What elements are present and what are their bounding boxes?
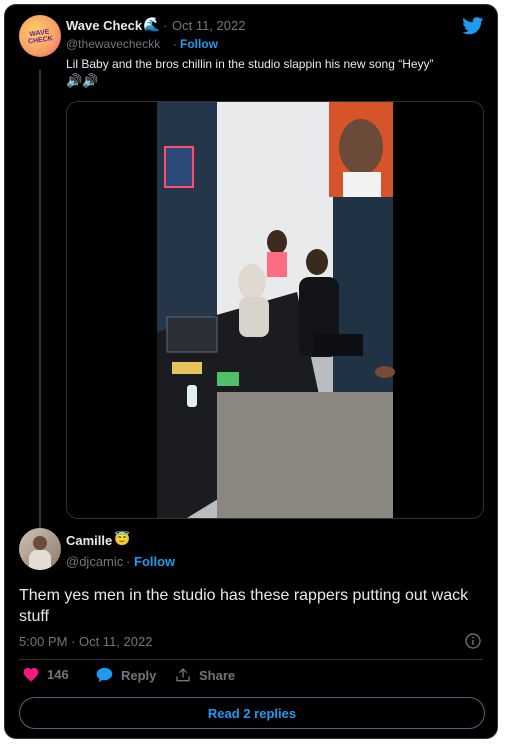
wavecheck-display-name[interactable]: Wave Check [66,18,142,33]
wavecheck-handle[interactable]: @thewavecheckk [66,37,160,51]
like-button[interactable]: 146 [23,667,69,682]
speaker-emoji-icon: 🔊🔊 [66,73,99,88]
reply-label: Reply [121,667,157,683]
share-label: Share [199,667,236,683]
wavecheck-avatar[interactable]: WAVE CHECK [19,15,61,57]
halo-emoji-icon: 😇 [114,531,131,546]
info-icon[interactable] [465,633,481,649]
read-replies-button[interactable]: Read 2 replies [19,697,485,729]
quoted-tweet-date[interactable]: Oct 11, 2022 [172,18,245,33]
reply-button[interactable]: Reply [96,667,156,683]
wave-emoji-icon: 🌊 [143,16,161,32]
quoted-tweet-text: Lil Baby and the bros chillin in the stu… [66,57,434,71]
reply-text: Them yes men in the studio has these rap… [19,587,469,625]
twitter-bird-icon[interactable] [462,17,484,35]
tweet-embed-card: WAVE CHECK Wave Check 🌊 · Oct 11, 2022 @… [4,4,498,739]
reply-follow-button[interactable]: Follow [134,554,175,569]
follow-button[interactable]: Follow [180,37,218,51]
share-icon [176,668,190,682]
read-replies-label: Read 2 replies [207,705,297,721]
actions-divider [19,659,483,660]
wavecheck-avatar-logo: WAVE CHECK [27,28,54,46]
reply-bubble-icon [96,667,113,683]
camille-display-name[interactable]: Camille [66,533,112,548]
camille-handle[interactable]: @djcamic [66,554,123,569]
video-media[interactable] [66,101,484,519]
reply-handle-separator: · [126,554,131,569]
date-separator: · [163,18,168,33]
heart-icon [23,668,39,682]
thread-connector-line [39,70,41,530]
like-count: 146 [47,667,69,682]
handle-separator: · [173,37,177,51]
share-button[interactable]: Share [175,667,235,683]
camille-avatar[interactable] [19,528,61,570]
video-frame-illustration [67,102,483,518]
reply-timestamp[interactable]: 5:00 PM · Oct 11, 2022 [19,634,152,649]
